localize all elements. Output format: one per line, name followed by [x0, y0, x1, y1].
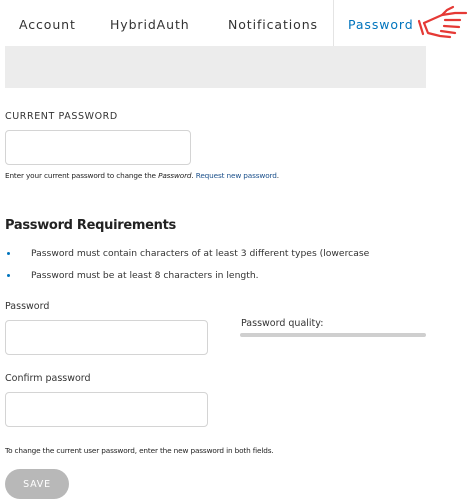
request-new-password-link[interactable]: Request new password: [196, 171, 277, 180]
password-label: Password: [5, 301, 50, 312]
current-password-description: Enter your current password to change th…: [5, 171, 279, 180]
tab-notifications[interactable]: Notifications: [228, 0, 318, 46]
password-input[interactable]: [5, 320, 208, 355]
list-item: Password must contain characters of at l…: [0, 246, 440, 264]
list-item: Password must be at least 8 characters i…: [0, 268, 440, 286]
description-text: Enter your current password to change th…: [5, 171, 159, 180]
password-quality-meter: [240, 333, 426, 337]
change-password-description: To change the current user password, ent…: [5, 446, 274, 455]
tab-hybridauth[interactable]: HybridAuth: [110, 0, 190, 46]
requirement-text: Password must be at least 8 characters i…: [31, 270, 259, 281]
confirm-password-input[interactable]: [5, 392, 208, 427]
bullet-icon: [7, 274, 10, 277]
tab-account[interactable]: Account: [19, 0, 76, 46]
confirm-password-label: Confirm password: [5, 373, 91, 384]
tab-description-band: [5, 46, 426, 88]
current-password-input[interactable]: [5, 130, 191, 165]
account-tabs: Account HybridAuth Notifications Passwor…: [0, 0, 468, 46]
tab-password[interactable]: Password: [348, 0, 414, 46]
tab-password-container: Password: [333, 0, 427, 46]
password-quality-label: Password quality:: [241, 318, 324, 329]
save-button[interactable]: SAVE: [5, 469, 69, 499]
current-password-label: CURRENT PASSWORD: [5, 111, 118, 122]
description-emphasis: Password: [158, 171, 192, 180]
password-requirements-title: Password Requirements: [5, 218, 176, 233]
pointing-hand-icon: [417, 5, 468, 39]
description-period: .: [276, 171, 279, 180]
bullet-icon: [7, 252, 10, 255]
requirement-text: Password must contain characters of at l…: [31, 248, 370, 259]
